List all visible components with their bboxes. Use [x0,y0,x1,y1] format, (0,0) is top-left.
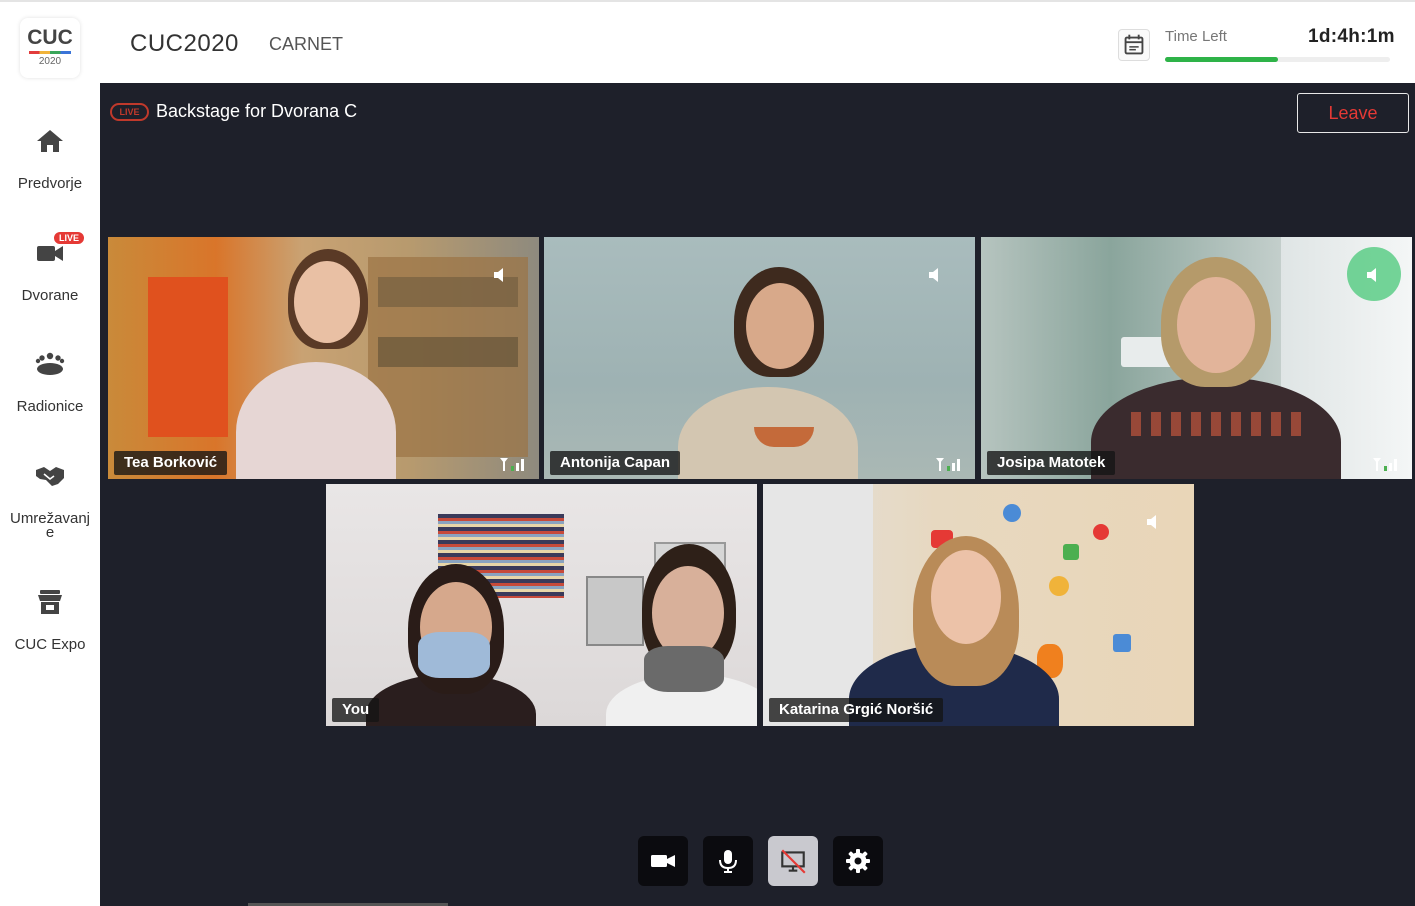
participant-name: Tea Borković [114,451,228,475]
sidebar-item-predvorje[interactable]: Predvorje [0,125,100,191]
muted-speaker-icon [1147,515,1156,529]
live-indicator: LIVE [110,103,149,121]
calendar-button[interactable] [1118,29,1150,61]
sidebar-item-label: Predvorje [17,175,83,192]
muted-speaker-icon [494,268,503,282]
participant-name: You [332,698,380,722]
video-camera-icon [651,855,675,867]
calendar-icon [1124,34,1144,55]
sidebar-item-label-line: e [45,524,55,541]
time-left-progress-fill [1165,57,1278,62]
sidebar-item-radionice[interactable]: Radionice [0,348,100,414]
sidebar-item-cuc-expo[interactable]: CUC Expo [0,586,100,652]
home-icon [37,130,63,152]
stage-title: Backstage for Dvorana C [156,101,358,121]
signal-strength-icon [500,458,524,471]
participant-tile[interactable]: Tea Borković [108,237,539,479]
sidebar-item-label: CUC Expo [14,636,86,653]
video-feed [108,237,539,479]
muted-speaker-icon [929,268,938,282]
sidebar-item-label: Dvorane [21,287,79,304]
video-feed [544,237,975,479]
time-left-progress [1165,57,1390,62]
screen-share-off-icon [781,849,806,874]
microphone-icon [719,850,737,873]
leave-button[interactable]: Leave [1297,93,1409,133]
screen-share-button[interactable] [768,836,818,886]
sidebar-item-umrezavanje[interactable]: Umrežavanj e [0,460,100,540]
sidebar-item-dvorane[interactable]: LIVE Dvorane [0,231,100,304]
participant-tile-self[interactable]: You [326,484,757,726]
settings-button[interactable] [833,836,883,886]
participant-tile[interactable]: Antonija Capan [544,237,975,479]
sidebar-item-label: Umrežavanj e [0,511,100,541]
time-left-label: Time Left [1165,28,1227,45]
time-left-value: 1d:4h:1m [1308,26,1395,47]
microphone-toggle-button[interactable] [703,836,753,886]
video-stage: LIVE Backstage for Dvorana C Leave Tea B… [100,83,1415,906]
cuc-logo[interactable]: CUC 2020 [20,18,80,78]
active-speaker-icon [1367,268,1376,282]
signal-strength-icon [1373,458,1397,471]
logo-stripe [29,51,71,54]
handshake-icon [36,467,64,486]
video-feed [763,484,1194,726]
logo-text: CUC [27,26,73,49]
top-header: CUC2020 CARNET Time Left 1d:4h:1m [100,0,1415,83]
store-icon [38,590,62,614]
organization-name: CARNET [269,34,344,54]
signal-strength-icon [936,458,960,471]
gear-icon [846,849,870,873]
video-feed [326,484,757,726]
participant-tile[interactable]: Katarina Grgić Noršić [763,484,1194,726]
event-title: CUC2020 [130,30,239,57]
live-badge: LIVE [53,231,86,245]
camera-toggle-button[interactable] [638,836,688,886]
participant-name: Josipa Matotek [987,451,1116,475]
participant-name: Katarina Grgić Noršić [769,698,944,722]
participant-tile[interactable]: Josipa Matotek [981,237,1412,479]
sidebar: CUC 2020 Predvorje LIVE Dvorane Radionic… [0,0,100,906]
logo-year: 2020 [38,56,62,67]
group-icon [35,352,65,375]
participant-name: Antonija Capan [550,451,681,475]
sidebar-item-label: Radionice [16,398,84,415]
